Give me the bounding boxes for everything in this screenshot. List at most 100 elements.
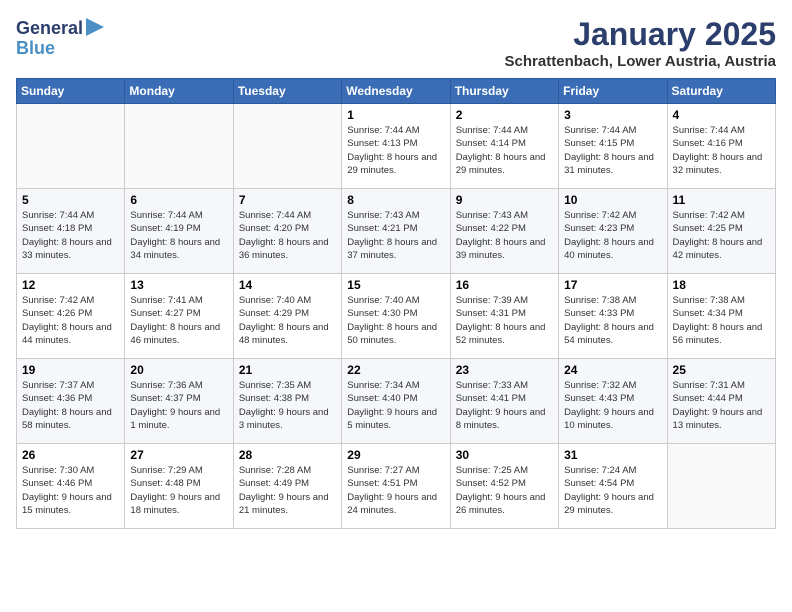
day-number: 17	[564, 278, 661, 292]
week-row-3: 12 Sunrise: 7:42 AM Sunset: 4:26 PM Dayli…	[17, 274, 776, 359]
day-info: Sunrise: 7:41 AM Sunset: 4:27 PM Dayligh…	[130, 294, 227, 347]
weekday-header-sunday: Sunday	[17, 79, 125, 104]
weekday-header-row: SundayMondayTuesdayWednesdayThursdayFrid…	[17, 79, 776, 104]
day-number: 4	[673, 108, 770, 122]
day-info: Sunrise: 7:43 AM Sunset: 4:22 PM Dayligh…	[456, 209, 553, 262]
day-number: 23	[456, 363, 553, 377]
day-info: Sunrise: 7:44 AM Sunset: 4:15 PM Dayligh…	[564, 124, 661, 177]
calendar-cell: 5 Sunrise: 7:44 AM Sunset: 4:18 PM Daylig…	[17, 189, 125, 274]
day-number: 9	[456, 193, 553, 207]
day-info: Sunrise: 7:40 AM Sunset: 4:29 PM Dayligh…	[239, 294, 336, 347]
logo-arrow-icon	[86, 18, 104, 36]
page-header: General Blue January 2025 Schrattenbach,…	[16, 16, 776, 70]
day-info: Sunrise: 7:44 AM Sunset: 4:16 PM Dayligh…	[673, 124, 770, 177]
calendar-cell	[667, 444, 775, 529]
calendar-cell: 20Sunrise: 7:36 AM Sunset: 4:37 PM Dayli…	[125, 359, 233, 444]
calendar-cell: 6 Sunrise: 7:44 AM Sunset: 4:19 PM Daylig…	[125, 189, 233, 274]
day-number: 28	[239, 448, 336, 462]
logo-text-blue: Blue	[16, 39, 55, 59]
calendar-cell: 19 Sunrise: 7:37 AM Sunset: 4:36 PM Dayli…	[17, 359, 125, 444]
calendar-cell	[125, 104, 233, 189]
calendar-cell: 29 Sunrise: 7:27 AM Sunset: 4:51 PM Dayli…	[342, 444, 450, 529]
calendar-cell: 10 Sunrise: 7:42 AM Sunset: 4:23 PM Dayli…	[559, 189, 667, 274]
day-number: 12	[22, 278, 119, 292]
day-info: Sunrise: 7:42 AM Sunset: 4:23 PM Dayligh…	[564, 209, 661, 262]
weekday-header-monday: Monday	[125, 79, 233, 104]
day-number: 8	[347, 193, 444, 207]
week-row-5: 26 Sunrise: 7:30 AM Sunset: 4:46 PM Dayli…	[17, 444, 776, 529]
calendar-cell: 28 Sunrise: 7:28 AM Sunset: 4:49 PM Dayli…	[233, 444, 341, 529]
day-info: Sunrise: 7:42 AM Sunset: 4:26 PM Dayligh…	[22, 294, 119, 347]
week-row-2: 5 Sunrise: 7:44 AM Sunset: 4:18 PM Daylig…	[17, 189, 776, 274]
day-number: 3	[564, 108, 661, 122]
month-title: January 2025	[505, 16, 776, 53]
calendar-table: SundayMondayTuesdayWednesdayThursdayFrid…	[16, 78, 776, 529]
day-number: 2	[456, 108, 553, 122]
calendar-cell: 1Sunrise: 7:44 AM Sunset: 4:13 PM Daylig…	[342, 104, 450, 189]
calendar-cell: 4 Sunrise: 7:44 AM Sunset: 4:16 PM Daylig…	[667, 104, 775, 189]
calendar-cell: 26 Sunrise: 7:30 AM Sunset: 4:46 PM Dayli…	[17, 444, 125, 529]
weekday-header-tuesday: Tuesday	[233, 79, 341, 104]
day-info: Sunrise: 7:25 AM Sunset: 4:52 PM Dayligh…	[456, 464, 553, 517]
day-info: Sunrise: 7:31 AM Sunset: 4:44 PM Dayligh…	[673, 379, 770, 432]
calendar-cell: 11 Sunrise: 7:42 AM Sunset: 4:25 PM Dayli…	[667, 189, 775, 274]
day-number: 26	[22, 448, 119, 462]
calendar-cell: 2 Sunrise: 7:44 AM Sunset: 4:14 PM Daylig…	[450, 104, 558, 189]
weekday-header-friday: Friday	[559, 79, 667, 104]
calendar-cell: 27Sunrise: 7:29 AM Sunset: 4:48 PM Dayli…	[125, 444, 233, 529]
calendar-cell: 18Sunrise: 7:38 AM Sunset: 4:34 PM Dayli…	[667, 274, 775, 359]
day-number: 22	[347, 363, 444, 377]
calendar-cell: 9 Sunrise: 7:43 AM Sunset: 4:22 PM Daylig…	[450, 189, 558, 274]
day-number: 29	[347, 448, 444, 462]
week-row-4: 19 Sunrise: 7:37 AM Sunset: 4:36 PM Dayli…	[17, 359, 776, 444]
calendar-cell: 17 Sunrise: 7:38 AM Sunset: 4:33 PM Dayli…	[559, 274, 667, 359]
day-info: Sunrise: 7:37 AM Sunset: 4:36 PM Dayligh…	[22, 379, 119, 432]
day-info: Sunrise: 7:35 AM Sunset: 4:38 PM Dayligh…	[239, 379, 336, 432]
day-number: 6	[130, 193, 227, 207]
day-info: Sunrise: 7:27 AM Sunset: 4:51 PM Dayligh…	[347, 464, 444, 517]
day-info: Sunrise: 7:30 AM Sunset: 4:46 PM Dayligh…	[22, 464, 119, 517]
calendar-cell	[17, 104, 125, 189]
weekday-header-thursday: Thursday	[450, 79, 558, 104]
day-info: Sunrise: 7:44 AM Sunset: 4:13 PM Dayligh…	[347, 124, 444, 177]
day-info: Sunrise: 7:38 AM Sunset: 4:33 PM Dayligh…	[564, 294, 661, 347]
calendar-cell: 8Sunrise: 7:43 AM Sunset: 4:21 PM Daylig…	[342, 189, 450, 274]
day-number: 15	[347, 278, 444, 292]
day-info: Sunrise: 7:32 AM Sunset: 4:43 PM Dayligh…	[564, 379, 661, 432]
calendar-cell: 15 Sunrise: 7:40 AM Sunset: 4:30 PM Dayli…	[342, 274, 450, 359]
day-number: 10	[564, 193, 661, 207]
day-number: 18	[673, 278, 770, 292]
calendar-cell: 23Sunrise: 7:33 AM Sunset: 4:41 PM Dayli…	[450, 359, 558, 444]
calendar-cell: 12 Sunrise: 7:42 AM Sunset: 4:26 PM Dayli…	[17, 274, 125, 359]
title-block: January 2025 Schrattenbach, Lower Austri…	[505, 16, 776, 70]
day-info: Sunrise: 7:44 AM Sunset: 4:19 PM Dayligh…	[130, 209, 227, 262]
day-number: 14	[239, 278, 336, 292]
day-number: 7	[239, 193, 336, 207]
day-info: Sunrise: 7:44 AM Sunset: 4:14 PM Dayligh…	[456, 124, 553, 177]
calendar-cell: 16Sunrise: 7:39 AM Sunset: 4:31 PM Dayli…	[450, 274, 558, 359]
calendar-cell: 21 Sunrise: 7:35 AM Sunset: 4:38 PM Dayli…	[233, 359, 341, 444]
calendar-cell	[233, 104, 341, 189]
day-number: 27	[130, 448, 227, 462]
day-info: Sunrise: 7:42 AM Sunset: 4:25 PM Dayligh…	[673, 209, 770, 262]
calendar-cell: 14 Sunrise: 7:40 AM Sunset: 4:29 PM Dayli…	[233, 274, 341, 359]
day-number: 24	[564, 363, 661, 377]
day-number: 5	[22, 193, 119, 207]
day-info: Sunrise: 7:34 AM Sunset: 4:40 PM Dayligh…	[347, 379, 444, 432]
day-number: 21	[239, 363, 336, 377]
location-subtitle: Schrattenbach, Lower Austria, Austria	[505, 53, 776, 70]
day-number: 11	[673, 193, 770, 207]
day-number: 30	[456, 448, 553, 462]
calendar-cell: 30 Sunrise: 7:25 AM Sunset: 4:52 PM Dayli…	[450, 444, 558, 529]
day-number: 19	[22, 363, 119, 377]
day-info: Sunrise: 7:44 AM Sunset: 4:20 PM Dayligh…	[239, 209, 336, 262]
day-info: Sunrise: 7:28 AM Sunset: 4:49 PM Dayligh…	[239, 464, 336, 517]
day-info: Sunrise: 7:24 AM Sunset: 4:54 PM Dayligh…	[564, 464, 661, 517]
calendar-cell: 22 Sunrise: 7:34 AM Sunset: 4:40 PM Dayli…	[342, 359, 450, 444]
calendar-cell: 13Sunrise: 7:41 AM Sunset: 4:27 PM Dayli…	[125, 274, 233, 359]
day-number: 20	[130, 363, 227, 377]
calendar-cell: 31Sunrise: 7:24 AM Sunset: 4:54 PM Dayli…	[559, 444, 667, 529]
day-info: Sunrise: 7:44 AM Sunset: 4:18 PM Dayligh…	[22, 209, 119, 262]
day-info: Sunrise: 7:40 AM Sunset: 4:30 PM Dayligh…	[347, 294, 444, 347]
day-number: 16	[456, 278, 553, 292]
